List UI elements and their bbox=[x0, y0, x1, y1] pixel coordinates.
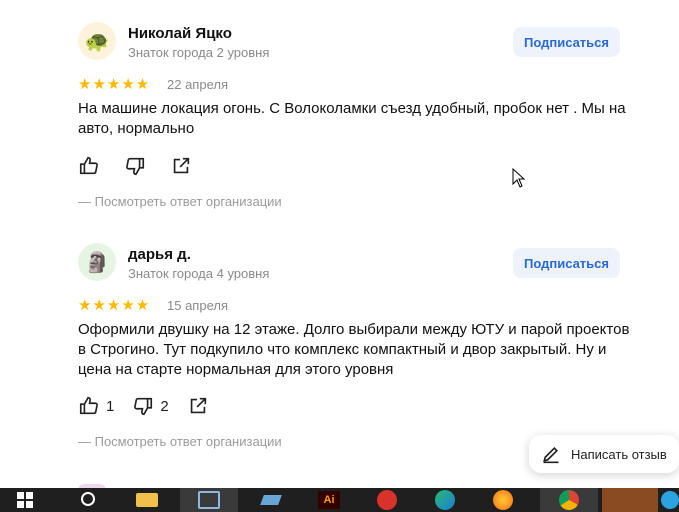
reviewer-name[interactable]: Николай Яцко bbox=[128, 25, 232, 42]
mouse-cursor-icon bbox=[512, 168, 526, 188]
chrome-icon[interactable] bbox=[540, 488, 598, 512]
avatar[interactable]: 🐢 bbox=[78, 22, 116, 60]
reviewer-level: Знаток города 4 уровня bbox=[128, 266, 270, 281]
app-red-icon[interactable] bbox=[370, 488, 404, 512]
reviewer-name[interactable]: дарья д. bbox=[128, 246, 191, 263]
rating-stars: ★★★★★ bbox=[78, 76, 151, 93]
review-date: 22 апреля bbox=[167, 77, 228, 92]
edge-icon[interactable] bbox=[428, 488, 462, 512]
view-org-reply-link[interactable]: — Посмотреть ответ организации bbox=[78, 194, 282, 209]
share-icon bbox=[173, 157, 190, 174]
app-brown-icon[interactable] bbox=[602, 488, 658, 512]
like-button[interactable] bbox=[78, 155, 106, 177]
avatar[interactable]: 🗿 bbox=[78, 243, 116, 281]
review-text: Оформили двушку на 12 этаже. Долго выбир… bbox=[78, 321, 630, 378]
rating-stars: ★★★★★ bbox=[78, 297, 151, 314]
thumbs-down-icon bbox=[126, 157, 145, 176]
thumbs-up-icon bbox=[79, 156, 98, 175]
dislike-button[interactable] bbox=[124, 155, 152, 177]
dislike-count: 2 bbox=[160, 397, 169, 415]
write-review-label: Написать отзыв bbox=[571, 446, 667, 462]
pencil-icon bbox=[543, 446, 559, 464]
file-explorer-icon[interactable] bbox=[130, 488, 164, 512]
task-manager-icon[interactable] bbox=[180, 488, 238, 512]
review-text: На машине локация огонь. С Волоколамки с… bbox=[78, 100, 626, 137]
view-org-reply-link[interactable]: — Посмотреть ответ организации bbox=[78, 434, 282, 449]
review-date: 15 апреля bbox=[167, 298, 228, 313]
taskbar: Ai bbox=[0, 488, 679, 512]
firefox-icon[interactable] bbox=[486, 488, 520, 512]
subscribe-button[interactable]: Подписаться bbox=[513, 248, 620, 278]
dislike-button[interactable]: 2 bbox=[132, 395, 169, 417]
thumbs-up-icon bbox=[79, 396, 98, 415]
like-count: 1 bbox=[106, 397, 115, 415]
like-button[interactable]: 1 bbox=[78, 395, 114, 417]
share-button[interactable] bbox=[170, 155, 192, 177]
app-icon[interactable] bbox=[254, 488, 288, 512]
windows-start-icon[interactable] bbox=[10, 488, 40, 512]
write-review-button[interactable]: Написать отзыв bbox=[529, 435, 679, 473]
review-actions bbox=[78, 154, 210, 178]
review-actions: 1 2 bbox=[78, 394, 227, 418]
subscribe-button[interactable]: Подписаться bbox=[513, 27, 620, 57]
share-icon bbox=[190, 397, 206, 414]
share-button[interactable] bbox=[187, 395, 209, 417]
illustrator-icon[interactable]: Ai bbox=[312, 488, 346, 512]
telegram-icon[interactable] bbox=[660, 488, 679, 512]
moai-icon: 🗿 bbox=[84, 251, 110, 274]
search-icon[interactable] bbox=[72, 488, 106, 512]
reviewer-level: Знаток города 2 уровня bbox=[128, 45, 270, 60]
turtle-icon: 🐢 bbox=[84, 30, 110, 53]
thumbs-down-icon bbox=[134, 397, 153, 416]
